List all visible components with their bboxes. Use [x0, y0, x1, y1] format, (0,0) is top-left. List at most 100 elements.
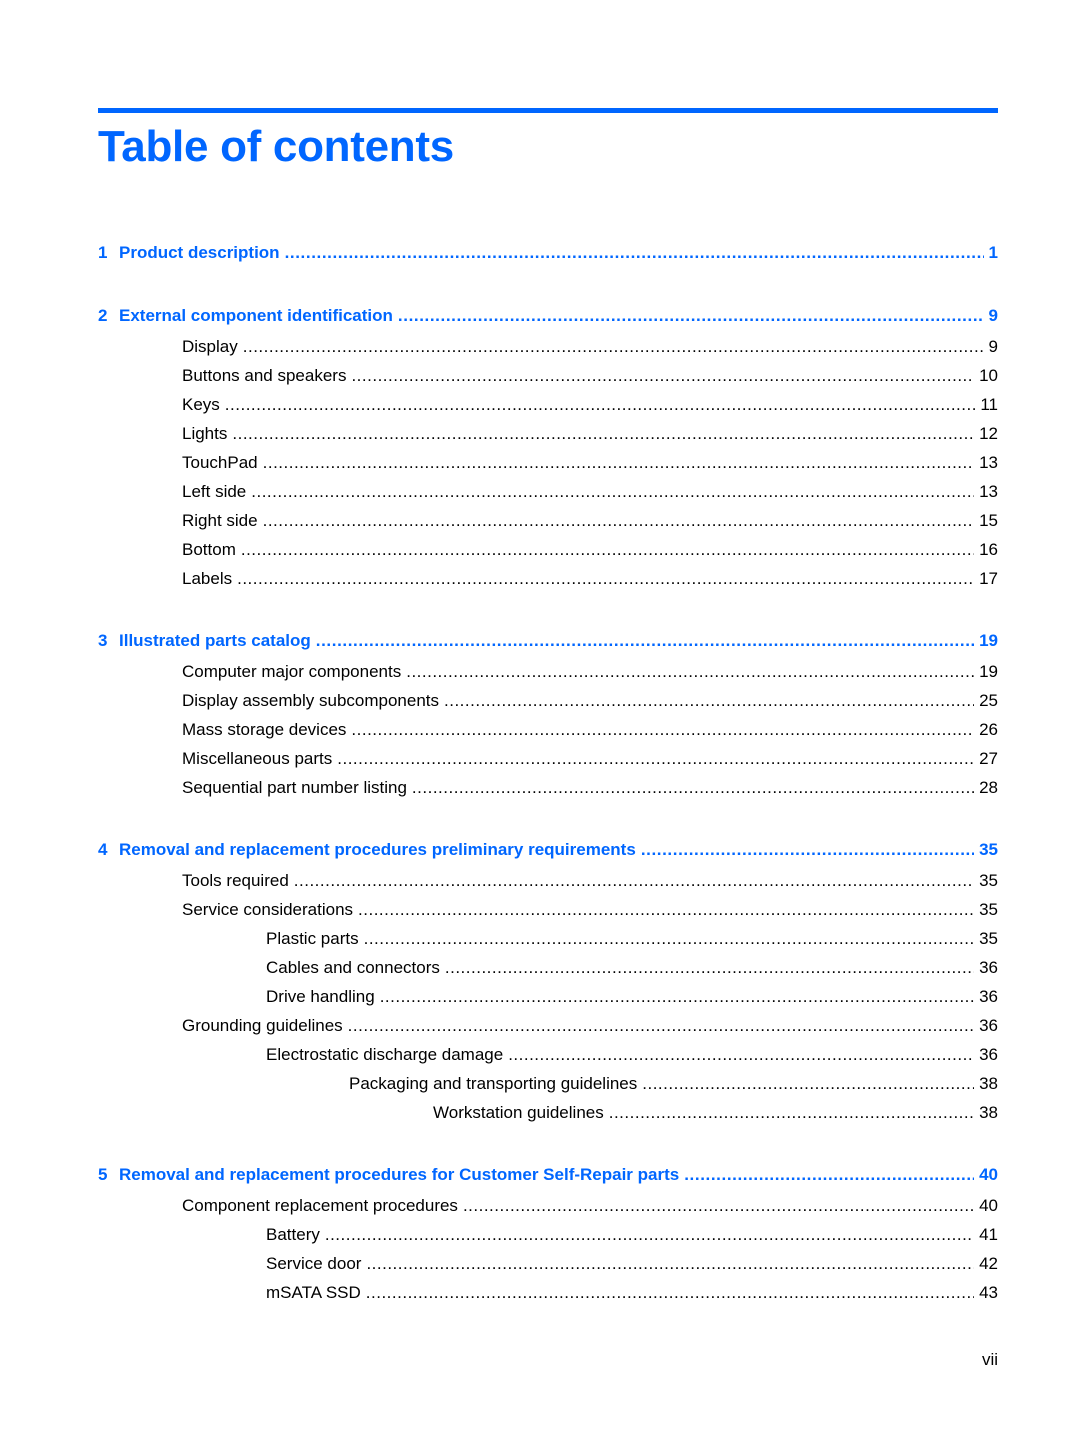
entry-title: Lights: [182, 424, 228, 443]
page-number: 41: [979, 1225, 998, 1244]
chapter-title: Product description: [119, 243, 280, 262]
toc-entry-sequential-part-number-listing[interactable]: Sequential part number listing 28: [98, 777, 998, 799]
entry-title: Component replacement procedures: [182, 1196, 458, 1215]
dot-leader: [642, 1073, 974, 1095]
dot-leader: [263, 510, 974, 532]
page-number: 35: [979, 871, 998, 890]
entry-title: Workstation guidelines: [433, 1103, 604, 1122]
page-number: 36: [979, 1045, 998, 1064]
page-number: 9: [988, 306, 998, 325]
chapter-title: Illustrated parts catalog: [119, 631, 311, 650]
header-rule: [98, 108, 998, 113]
toc-chapter-2[interactable]: 2 External component identification 9: [98, 305, 998, 327]
page-number: 10: [979, 366, 998, 385]
dot-leader: [237, 568, 974, 590]
page-number: 11: [980, 395, 998, 414]
entry-title: Computer major components: [182, 662, 402, 681]
page-number: 25: [979, 691, 998, 710]
dot-leader: [285, 242, 984, 264]
toc-chapter-3[interactable]: 3 Illustrated parts catalog 19: [98, 630, 998, 652]
page-number: 38: [979, 1103, 998, 1122]
page-number: 36: [979, 958, 998, 977]
page-number: 35: [979, 840, 998, 859]
chapter-title: Removal and replacement procedures for C…: [119, 1165, 680, 1184]
toc-entry-bottom[interactable]: Bottom 16: [98, 539, 998, 561]
dot-leader: [412, 777, 974, 799]
toc-entry-packaging-and-transporting-guidelines[interactable]: Packaging and transporting guidelines 38: [98, 1073, 998, 1095]
toc-entry-computer-major-components[interactable]: Computer major components 19: [98, 661, 998, 683]
entry-title: TouchPad: [182, 453, 258, 472]
toc-entry-buttons-and-speakers[interactable]: Buttons and speakers 10: [98, 365, 998, 387]
document-page: Table of contents 1 Product description 1…: [98, 0, 998, 1437]
entry-title: Service considerations: [182, 900, 354, 919]
entry-title: Right side: [182, 511, 258, 530]
page-number: 35: [979, 900, 998, 919]
dot-leader: [241, 539, 974, 561]
toc-entry-cables-and-connectors[interactable]: Cables and connectors 36: [98, 957, 998, 979]
chapter-number: 1: [98, 243, 108, 262]
page-number: 40: [979, 1165, 998, 1184]
entry-title: Left side: [182, 482, 247, 501]
toc-entry-workstation-guidelines[interactable]: Workstation guidelines 38: [98, 1102, 998, 1124]
dot-leader: [243, 336, 984, 358]
dot-leader: [380, 986, 974, 1008]
toc-chapter-5[interactable]: 5 Removal and replacement procedures for …: [98, 1164, 998, 1186]
toc-entry-labels[interactable]: Labels 17: [98, 568, 998, 590]
dot-leader: [251, 481, 974, 503]
dot-leader: [366, 1282, 974, 1304]
dot-leader: [508, 1044, 974, 1066]
toc-chapter-4[interactable]: 4 Removal and replacement procedures prel…: [98, 839, 998, 861]
toc-chapter-1[interactable]: 1 Product description 1: [98, 242, 998, 264]
entry-title: Cables and connectors: [266, 958, 440, 977]
page-number: 26: [979, 720, 998, 739]
toc-entry-miscellaneous-parts[interactable]: Miscellaneous parts 27: [98, 748, 998, 770]
page-number: 42: [979, 1254, 998, 1273]
chapter-number: 3: [98, 631, 108, 650]
dot-leader: [684, 1164, 974, 1186]
toc-entry-plastic-parts[interactable]: Plastic parts 35: [98, 928, 998, 950]
dot-leader: [225, 394, 976, 416]
dot-leader: [444, 690, 974, 712]
dot-leader: [398, 305, 984, 327]
dot-leader: [445, 957, 974, 979]
chapter-title: Removal and replacement procedures preli…: [119, 840, 636, 859]
toc-entry-touchpad[interactable]: TouchPad 13: [98, 452, 998, 474]
toc-entry-display[interactable]: Display 9: [98, 336, 998, 358]
dot-leader: [609, 1102, 974, 1124]
page-number: 15: [979, 511, 998, 530]
dot-leader: [641, 839, 974, 861]
entry-title: Labels: [182, 569, 233, 588]
toc-entry-mass-storage-devices[interactable]: Mass storage devices 26: [98, 719, 998, 741]
entry-title: Keys: [182, 395, 220, 414]
toc-entry-lights[interactable]: Lights 12: [98, 423, 998, 445]
page-number: 19: [979, 631, 998, 650]
page-number: 35: [979, 929, 998, 948]
toc-entry-component-replacement-procedures[interactable]: Component replacement procedures 40: [98, 1195, 998, 1217]
toc-entry-battery[interactable]: Battery 41: [98, 1224, 998, 1246]
page-number: 13: [979, 482, 998, 501]
page-number: 40: [979, 1196, 998, 1215]
dot-leader: [358, 899, 974, 921]
entry-title: Tools required: [182, 871, 289, 890]
toc-entry-tools-required[interactable]: Tools required 35: [98, 870, 998, 892]
entry-title: mSATA SSD: [266, 1283, 361, 1302]
dot-leader: [294, 870, 974, 892]
toc-entry-display-assembly-subcomponents[interactable]: Display assembly subcomponents 25: [98, 690, 998, 712]
chapter-number: 4: [98, 840, 108, 859]
dot-leader: [232, 423, 974, 445]
toc-entry-service-considerations[interactable]: Service considerations 35: [98, 899, 998, 921]
entry-title: Sequential part number listing: [182, 778, 407, 797]
dot-leader: [364, 928, 974, 950]
toc-entry-drive-handling[interactable]: Drive handling 36: [98, 986, 998, 1008]
toc-entry-right-side[interactable]: Right side 15: [98, 510, 998, 532]
chapter-number: 5: [98, 1165, 108, 1184]
dot-leader: [366, 1253, 974, 1275]
chapter-number: 2: [98, 306, 108, 325]
dot-leader: [351, 719, 974, 741]
toc-entry-electrostatic-discharge-damage[interactable]: Electrostatic discharge damage 36: [98, 1044, 998, 1066]
toc-entry-grounding-guidelines[interactable]: Grounding guidelines 36: [98, 1015, 998, 1037]
toc-entry-left-side[interactable]: Left side 13: [98, 481, 998, 503]
toc-entry-service-door[interactable]: Service door 42: [98, 1253, 998, 1275]
toc-entry-msata-ssd[interactable]: mSATA SSD 43: [98, 1282, 998, 1304]
toc-entry-keys[interactable]: Keys 11: [98, 394, 998, 416]
